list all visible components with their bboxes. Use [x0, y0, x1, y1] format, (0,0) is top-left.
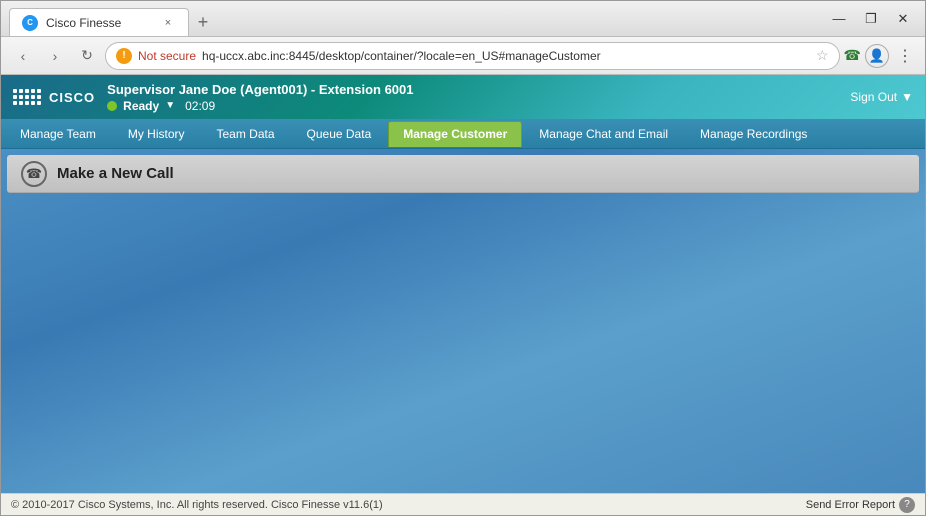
tab-favicon: C [22, 15, 38, 31]
tab-my-history[interactable]: My History [113, 121, 200, 147]
address-bar[interactable]: ! Not secure hq-uccx.abc.inc:8445/deskto… [105, 42, 840, 70]
minimize-button[interactable]: — [825, 5, 853, 33]
browser-menu-button[interactable]: ⋮ [893, 46, 917, 66]
tab-manage-customer[interactable]: Manage Customer [388, 121, 522, 147]
cisco-logo: CISCO [13, 89, 95, 105]
tab-manage-recordings[interactable]: Manage Recordings [685, 121, 822, 147]
bookmark-icon[interactable]: ☆ [816, 47, 829, 64]
finesse-footer: © 2010-2017 Cisco Systems, Inc. All righ… [1, 493, 925, 515]
window-controls: — ❐ ✕ [825, 5, 917, 33]
agent-info: Supervisor Jane Doe (Agent001) - Extensi… [107, 82, 838, 113]
main-content-area [1, 199, 925, 493]
finesse-nav: Manage Team My History Team Data Queue D… [1, 119, 925, 149]
tab-title: Cisco Finesse [46, 16, 121, 30]
footer-copyright: © 2010-2017 Cisco Systems, Inc. All righ… [11, 499, 806, 511]
status-dropdown-arrow[interactable]: ▼ [165, 100, 175, 111]
status-indicator [107, 101, 117, 111]
sign-out-arrow-icon: ▼ [901, 90, 913, 104]
url-display: hq-uccx.abc.inc:8445/desktop/container/?… [202, 49, 810, 63]
back-button[interactable]: ‹ [9, 42, 37, 70]
tab-team-data[interactable]: Team Data [202, 121, 290, 147]
new-tab-button[interactable]: + [189, 8, 217, 36]
cisco-text: CISCO [49, 90, 95, 105]
agent-name: Supervisor Jane Doe (Agent001) - Extensi… [107, 82, 838, 97]
refresh-button[interactable]: ↻ [73, 42, 101, 70]
tab-manage-chat-email[interactable]: Manage Chat and Email [524, 121, 683, 147]
send-error-report-button[interactable]: Send Error Report [806, 499, 895, 511]
close-tab-button[interactable]: × [160, 15, 176, 31]
close-window-button[interactable]: ✕ [889, 5, 917, 33]
not-secure-label: Not secure [138, 49, 196, 63]
phone-circle-icon: ☎ [21, 161, 47, 187]
restore-button[interactable]: ❐ [857, 5, 885, 33]
title-bar: C Cisco Finesse × + — ❐ ✕ [1, 1, 925, 37]
tab-queue-data[interactable]: Queue Data [292, 121, 387, 147]
footer-right: Send Error Report ? [806, 497, 915, 513]
help-icon[interactable]: ? [899, 497, 915, 513]
call-label: Make a New Call [57, 165, 174, 182]
status-label: Ready [123, 99, 159, 113]
forward-button[interactable]: › [41, 42, 69, 70]
browser-window: C Cisco Finesse × + — ❐ ✕ ‹ › ↻ ! Not se… [0, 0, 926, 516]
tab-area: C Cisco Finesse × + [9, 1, 817, 36]
cisco-bars-icon [13, 89, 41, 105]
finesse-header: CISCO Supervisor Jane Doe (Agent001) - E… [1, 75, 925, 119]
active-tab[interactable]: C Cisco Finesse × [9, 8, 189, 36]
finesse-content: ☎ Make a New Call [1, 149, 925, 493]
security-warning-icon: ! [116, 48, 132, 64]
status-timer: 02:09 [185, 99, 215, 113]
finesse-app: CISCO Supervisor Jane Doe (Agent001) - E… [1, 75, 925, 515]
agent-status: Ready ▼ 02:09 [107, 99, 838, 113]
phone-icon[interactable]: ☎ [844, 47, 861, 64]
make-call-bar[interactable]: ☎ Make a New Call [7, 155, 919, 193]
profile-icon[interactable]: 👤 [865, 44, 889, 68]
address-bar-row: ‹ › ↻ ! Not secure hq-uccx.abc.inc:8445/… [1, 37, 925, 75]
sign-out-button[interactable]: Sign Out ▼ [850, 90, 913, 104]
tab-manage-team[interactable]: Manage Team [5, 121, 111, 147]
